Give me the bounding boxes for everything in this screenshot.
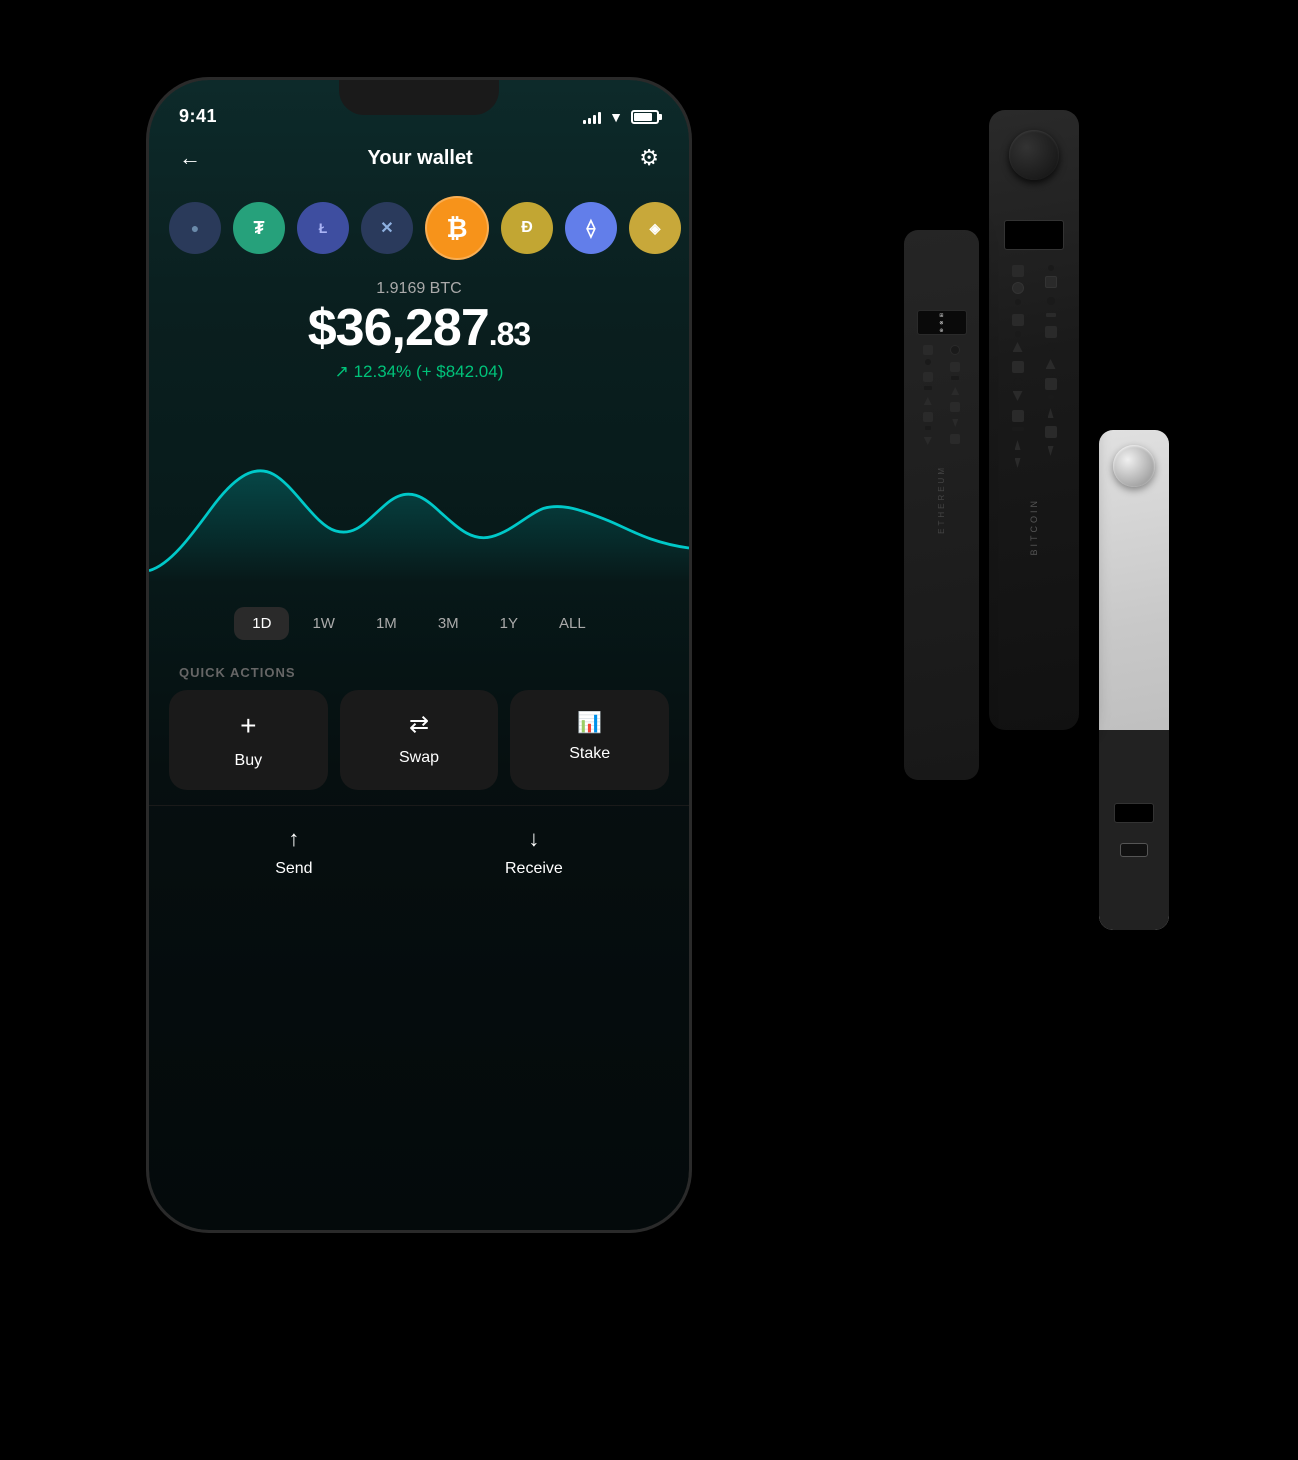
- time-filters: 1D 1W 1M 3M 1Y ALL: [149, 597, 689, 650]
- time-filter-1m[interactable]: 1M: [358, 607, 415, 640]
- coin-item-eth[interactable]: ⟠: [565, 202, 617, 254]
- coin-item-btc[interactable]: ₿: [425, 196, 489, 260]
- stake-label: Stake: [569, 745, 610, 763]
- swap-icon: ⇄: [409, 710, 429, 739]
- send-icon: ↑: [288, 826, 299, 852]
- chart-svg: [149, 412, 689, 582]
- coin-item-tether[interactable]: ₮: [233, 202, 285, 254]
- signal-bar-3: [593, 115, 596, 124]
- coin-item-bnb[interactable]: ◈: [629, 202, 681, 254]
- receive-icon: ↓: [528, 826, 539, 852]
- nano-x2-screen-text: ⊕ ⊗ ⊞: [939, 312, 945, 332]
- nano-s-body: [1099, 730, 1169, 930]
- nano-x2-screen: ⊕ ⊗ ⊞: [917, 310, 967, 335]
- time-filter-3m[interactable]: 3M: [420, 607, 477, 640]
- swap-label: Swap: [399, 749, 439, 767]
- quick-actions-grid: + Buy ⇄ Swap 📊 Stake: [149, 690, 689, 790]
- battery-icon: [631, 110, 659, 124]
- swap-button[interactable]: ⇄ Swap: [340, 690, 499, 790]
- nano-s-device: [1099, 430, 1169, 930]
- nano-x-button[interactable]: [1009, 130, 1059, 180]
- page-title: Your wallet: [368, 147, 473, 170]
- coin-item-ltc[interactable]: Ł: [297, 202, 349, 254]
- crypto-amount: 1.9169 BTC: [169, 280, 669, 298]
- stake-icon: 📊: [577, 710, 602, 735]
- balance-change: ↗ 12.34% (+ $842.04): [169, 362, 669, 382]
- phone-notch: [339, 80, 499, 115]
- usd-balance: $36,287.83: [169, 302, 669, 354]
- time-filter-1w[interactable]: 1W: [294, 607, 353, 640]
- coin-item-doge[interactable]: Ð: [501, 202, 553, 254]
- nano-x2-device: ⊕ ⊗ ⊞ Ethereum: [904, 230, 979, 780]
- coin-selector: ● ₮ Ł ✕ ₿ Ð ⟠ ◈ A: [149, 181, 689, 275]
- signal-bars-icon: [583, 110, 601, 124]
- time-filter-all[interactable]: ALL: [541, 607, 604, 640]
- scene: 9:41 ▼ ← You: [99, 30, 1199, 1430]
- battery-fill: [634, 113, 652, 121]
- stake-button[interactable]: 📊 Stake: [510, 690, 669, 790]
- settings-icon[interactable]: ⚙: [639, 145, 659, 171]
- nano-x-label: Bitcoin: [1029, 498, 1039, 556]
- coin-item-other[interactable]: ●: [169, 202, 221, 254]
- send-label: Send: [275, 860, 312, 878]
- header: ← Your wallet ⚙: [149, 135, 689, 181]
- phone: 9:41 ▼ ← You: [149, 80, 689, 1230]
- bottom-bar: ↑ Send ↓ Receive: [149, 805, 689, 908]
- status-time: 9:41: [179, 106, 217, 127]
- buy-icon: +: [240, 710, 256, 742]
- coin-item-xrp[interactable]: ✕: [361, 202, 413, 254]
- buy-label: Buy: [235, 752, 263, 770]
- nano-x-device: Bitcoin: [989, 110, 1079, 730]
- receive-button[interactable]: ↓ Receive: [505, 826, 563, 878]
- balance-section: 1.9169 BTC $36,287.83 ↗ 12.34% (+ $842.0…: [149, 275, 689, 397]
- signal-bar-1: [583, 120, 586, 124]
- nano-x-screen: [1004, 220, 1064, 250]
- status-icons: ▼: [583, 109, 659, 125]
- quick-actions-label: QUICK ACTIONS: [149, 650, 689, 690]
- send-button[interactable]: ↑ Send: [275, 826, 312, 878]
- wifi-icon: ▼: [609, 109, 623, 125]
- receive-label: Receive: [505, 860, 563, 878]
- phone-screen: 9:41 ▼ ← You: [149, 80, 689, 1230]
- nano-s-usb-port: [1120, 843, 1148, 857]
- battery-tip: [659, 114, 662, 120]
- back-button[interactable]: ←: [179, 145, 201, 171]
- nano-s-button[interactable]: [1113, 445, 1155, 487]
- nano-s-screen: [1114, 803, 1154, 823]
- usd-cents: .83: [489, 316, 530, 352]
- signal-bar-4: [598, 112, 601, 124]
- price-chart: [149, 397, 689, 597]
- time-filter-1d[interactable]: 1D: [234, 607, 289, 640]
- time-filter-1y[interactable]: 1Y: [482, 607, 536, 640]
- nano-x2-label: Ethereum: [937, 465, 946, 534]
- buy-button[interactable]: + Buy: [169, 690, 328, 790]
- usd-whole: $36,287: [308, 299, 489, 357]
- signal-bar-2: [588, 118, 591, 124]
